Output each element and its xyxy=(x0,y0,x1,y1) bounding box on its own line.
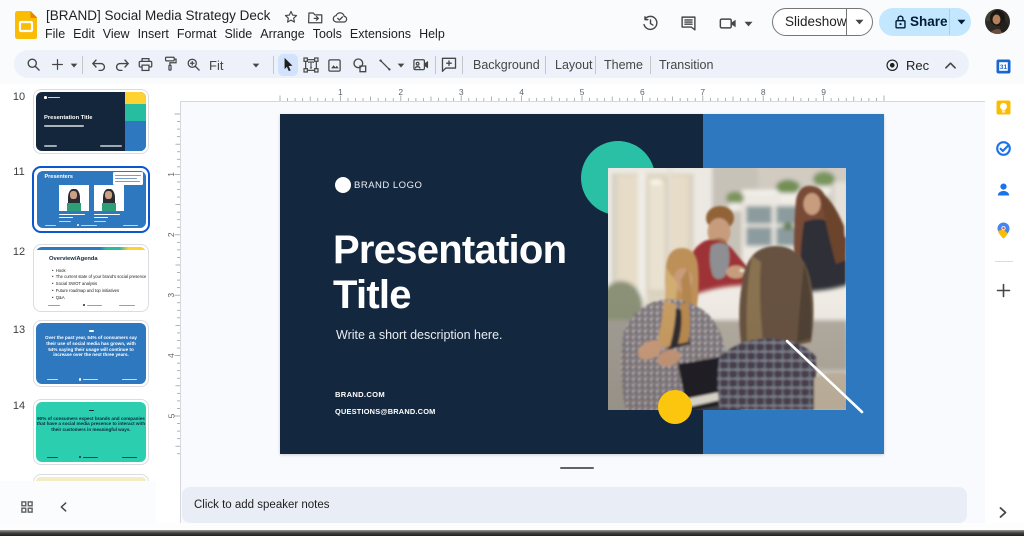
svg-text:3: 3 xyxy=(166,293,176,298)
svg-text:8: 8 xyxy=(761,87,766,97)
svg-text:1: 1 xyxy=(166,172,176,177)
svg-text:6: 6 xyxy=(640,87,645,97)
svg-text:4: 4 xyxy=(519,87,524,97)
svg-text:7: 7 xyxy=(700,87,705,97)
svg-text:5: 5 xyxy=(166,413,176,418)
svg-text:31: 31 xyxy=(1000,64,1008,71)
svg-text:5: 5 xyxy=(580,87,585,97)
svg-text:3: 3 xyxy=(459,87,464,97)
svg-text:4: 4 xyxy=(166,353,176,358)
svg-text:9: 9 xyxy=(821,87,826,97)
svg-text:2: 2 xyxy=(398,87,403,97)
svg-text:1: 1 xyxy=(338,87,343,97)
svg-text:2: 2 xyxy=(166,232,176,237)
